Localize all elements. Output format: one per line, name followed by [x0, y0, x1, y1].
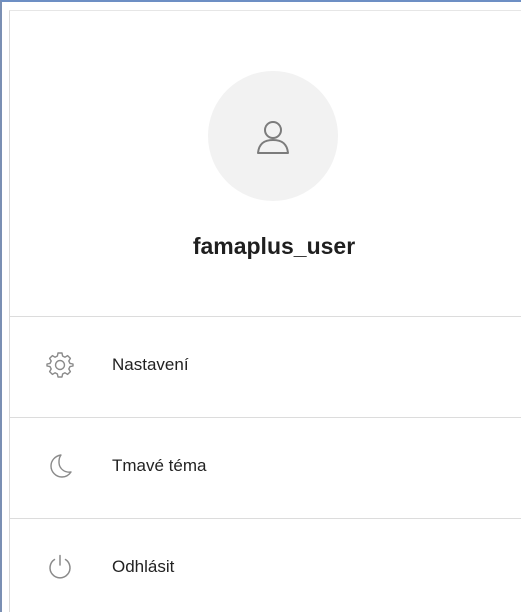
user-outline-icon	[253, 116, 293, 156]
power-icon	[46, 553, 74, 581]
menu-item-dark-theme[interactable]: Tmavé téma	[10, 418, 521, 518]
menu-item-label: Nastavení	[112, 355, 189, 374]
user-menu-panel: famaplus_user Nastavení Tmavé téma Odhlá…	[9, 10, 521, 612]
menu-item-settings[interactable]: Nastavení	[10, 317, 521, 417]
moon-icon	[46, 452, 74, 480]
avatar	[208, 71, 338, 201]
window-frame: famaplus_user Nastavení Tmavé téma Odhlá…	[0, 0, 521, 612]
menu-item-label: Tmavé téma	[112, 456, 207, 475]
gear-icon	[46, 351, 74, 379]
menu-item-label: Odhlásit	[112, 557, 175, 576]
menu-item-logout[interactable]: Odhlásit	[10, 519, 521, 612]
profile-section: famaplus_user	[10, 11, 521, 317]
username: famaplus_user	[192, 233, 356, 259]
